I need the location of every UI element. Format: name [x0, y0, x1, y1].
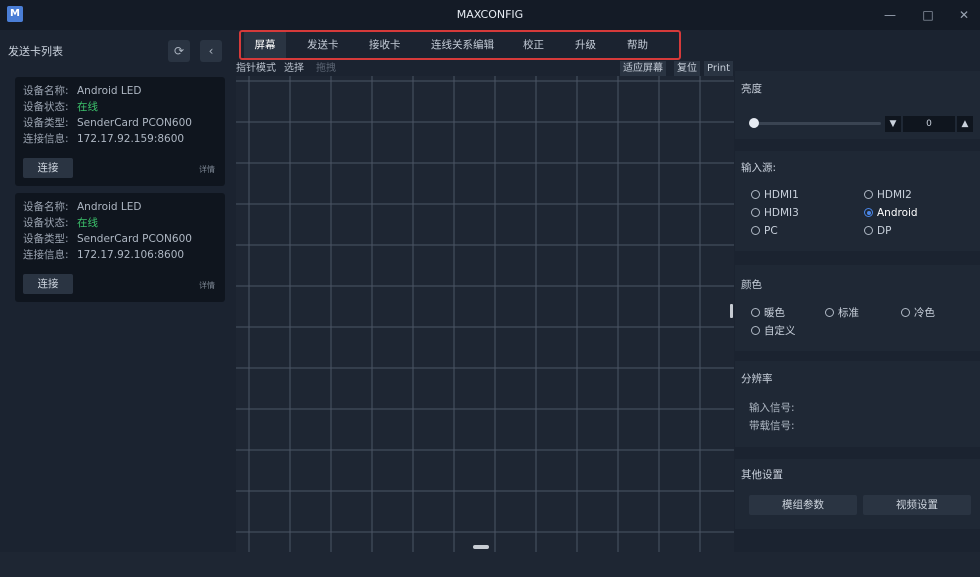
minimize-button[interactable]: — [872, 0, 908, 30]
input-source-section: 输入源: HDMI1 HDMI2 HDMI3 Android PC DP [735, 151, 980, 251]
sender-card-list-header: 发送卡列表 ⟳ ‹ [0, 32, 232, 68]
reset-button[interactable]: 复位 [674, 61, 700, 76]
connection-info: 172.17.92.159:8600 [77, 133, 185, 145]
device-name: Android LED [77, 85, 142, 97]
menu-screen[interactable]: 屏幕 [244, 32, 286, 58]
device-status-row: 设备状态: 在线 [23, 101, 98, 113]
module-params-button[interactable]: 模组参数 [749, 495, 857, 515]
menu-receiver-card[interactable]: 接收卡 [369, 32, 401, 58]
radio-hdmi3[interactable]: HDMI3 [751, 207, 799, 219]
resolution-title: 分辨率 [741, 373, 773, 385]
radio-icon [751, 308, 760, 317]
settings-panel: 亮度 ▼ 0 ▲ 输入源: HDMI1 HDMI2 HDMI3 Android … [735, 61, 980, 552]
other-settings-title: 其他设置 [741, 469, 783, 481]
sender-card-item: 设备名称: Android LED 设备状态: 在线 设备类型: SenderCard… [15, 77, 225, 186]
radio-hdmi2[interactable]: HDMI2 [864, 189, 912, 201]
device-name: Android LED [77, 201, 142, 213]
connection-info: 172.17.92.106:8600 [77, 249, 185, 261]
brightness-slider-track[interactable] [749, 122, 881, 125]
other-settings-section: 其他设置 模组参数 视频设置 [735, 459, 980, 529]
radio-hdmi1[interactable]: HDMI1 [751, 189, 799, 201]
radio-icon [825, 308, 834, 317]
input-signal-label: 输入信号: [749, 402, 795, 414]
color-title: 颜色 [741, 279, 762, 291]
refresh-icon[interactable]: ⟳ [168, 40, 190, 62]
video-settings-button[interactable]: 视频设置 [863, 495, 971, 515]
radio-icon [864, 190, 873, 199]
device-name-row: 设备名称: Android LED [23, 201, 142, 213]
radio-icon [751, 226, 760, 235]
canvas-toolbar: 指针模式 选择 拖拽 适应屏幕 复位 Print [236, 61, 734, 76]
radio-standard[interactable]: 标准 [825, 305, 859, 320]
radio-custom[interactable]: 自定义 [751, 323, 796, 338]
brightness-section: 亮度 ▼ 0 ▲ [735, 71, 980, 139]
select-mode-button[interactable]: 选择 [284, 61, 304, 76]
menu-connection-edit[interactable]: 连线关系编辑 [431, 32, 494, 58]
detail-link[interactable]: 详情 [199, 164, 215, 175]
radio-dp[interactable]: DP [864, 225, 891, 237]
connection-info-row: 连接信息: 172.17.92.106:8600 [23, 249, 185, 261]
carrier-signal-label: 带载信号: [749, 420, 795, 432]
sender-card-item: 设备名称: Android LED 设备状态: 在线 设备类型: SenderCard… [15, 193, 225, 302]
radio-cool[interactable]: 冷色 [901, 305, 935, 320]
main-menu-bar: 屏幕 发送卡 接收卡 连线关系编辑 校正 升级 帮助 [239, 30, 681, 60]
radio-icon [751, 190, 760, 199]
vertical-scroll-handle[interactable] [730, 304, 733, 318]
connect-button[interactable]: 连接 [23, 274, 73, 294]
input-source-title: 输入源: [741, 162, 777, 174]
menu-calibration[interactable]: 校正 [523, 32, 544, 58]
connection-info-row: 连接信息: 172.17.92.159:8600 [23, 133, 185, 145]
menu-sender-card[interactable]: 发送卡 [307, 32, 339, 58]
device-status: 在线 [77, 101, 98, 113]
radio-pc[interactable]: PC [751, 225, 778, 237]
radio-icon [751, 208, 760, 217]
maximize-button[interactable]: □ [910, 0, 946, 30]
menu-upgrade[interactable]: 升级 [575, 32, 596, 58]
screen-canvas[interactable] [236, 76, 734, 552]
decrease-icon[interactable]: ▼ [885, 116, 901, 132]
detail-link[interactable]: 详情 [199, 280, 215, 291]
radio-icon [901, 308, 910, 317]
device-type-row: 设备类型: SenderCard PCON600 [23, 117, 192, 129]
device-name-row: 设备名称: Android LED [23, 85, 142, 97]
color-section: 颜色 暖色 标准 冷色 自定义 [735, 265, 980, 351]
device-type: SenderCard PCON600 [77, 233, 192, 245]
print-button[interactable]: Print [704, 61, 734, 76]
brightness-slider-thumb[interactable] [749, 118, 759, 128]
increase-icon[interactable]: ▲ [957, 116, 973, 132]
device-status: 在线 [77, 217, 98, 229]
device-type: SenderCard PCON600 [77, 117, 192, 129]
resolution-section: 分辨率 输入信号: 带载信号: [735, 361, 980, 447]
fit-screen-button[interactable]: 适应屏幕 [620, 61, 666, 76]
device-type-row: 设备类型: SenderCard PCON600 [23, 233, 192, 245]
radio-icon [864, 226, 873, 235]
status-bar [0, 552, 980, 577]
window-title: MAXCONFIG [456, 8, 524, 21]
horizontal-scroll-handle[interactable] [473, 545, 489, 549]
radio-checked-icon [864, 208, 873, 217]
radio-icon [751, 326, 760, 335]
connect-button[interactable]: 连接 [23, 158, 73, 178]
radio-android[interactable]: Android [864, 207, 918, 219]
radio-warm[interactable]: 暖色 [751, 305, 785, 320]
brightness-value-input[interactable]: 0 [903, 116, 955, 132]
device-status-row: 设备状态: 在线 [23, 217, 98, 229]
drag-mode-button[interactable]: 拖拽 [316, 61, 336, 76]
close-button[interactable]: ✕ [946, 0, 980, 30]
title-bar: M MAXCONFIG — □ ✕ [0, 0, 980, 30]
menu-help[interactable]: 帮助 [627, 32, 648, 58]
brightness-title: 亮度 [741, 83, 762, 95]
canvas-grid [236, 76, 734, 552]
chevron-left-icon[interactable]: ‹ [200, 40, 222, 62]
sender-card-list-title: 发送卡列表 [8, 45, 63, 58]
pointer-mode-label: 指针模式 [236, 63, 276, 74]
